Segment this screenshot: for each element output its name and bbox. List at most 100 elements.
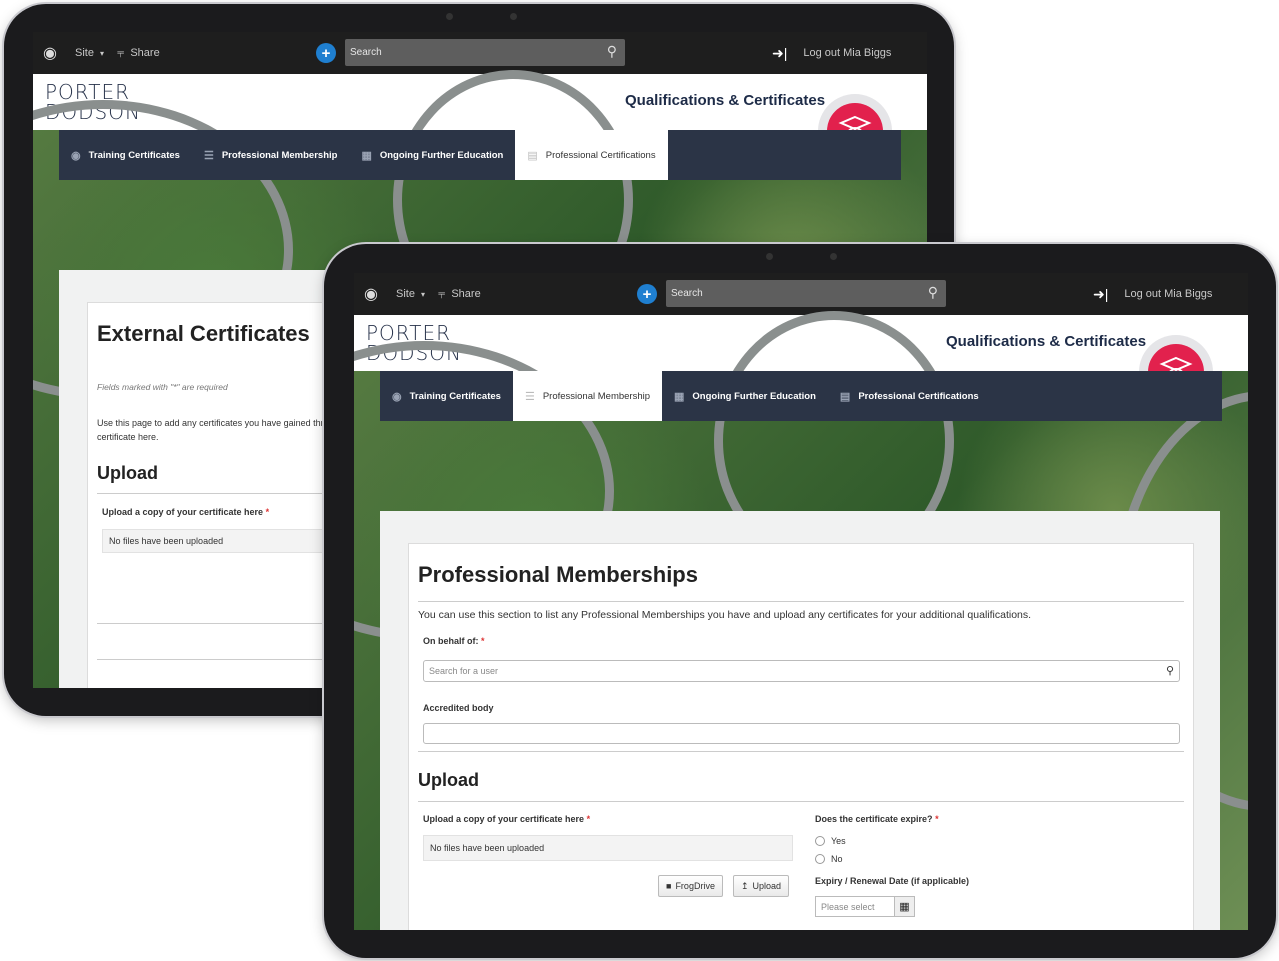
intro-text-line-2: certificate here. (97, 432, 159, 442)
required-marker: * (265, 507, 270, 517)
frog-logo-icon[interactable]: ◉ (364, 273, 378, 315)
page-title: External Certificates (97, 321, 310, 346)
chevron-down-icon: ▾ (99, 48, 104, 58)
frog-logo-icon[interactable]: ◉ (43, 32, 57, 74)
logo-line-1: PORTER (45, 80, 130, 104)
tab-label: Training Certificates (88, 149, 180, 161)
tab-training-certificates[interactable]: ◉ Training Certificates (380, 371, 513, 421)
expiry-no-radio[interactable]: No (815, 854, 843, 864)
main-tabs: ◉ Training Certificates ☰ Professional Mem… (380, 371, 1222, 421)
logout-icon: ➜| (1093, 285, 1109, 302)
logo-line-1: PORTER (366, 321, 451, 345)
search-icon[interactable]: ⚲ (1166, 664, 1174, 677)
tab-label: Ongoing Further Education (692, 390, 816, 402)
certificate-icon: ▤ (839, 390, 851, 403)
award-icon: ◉ (71, 149, 81, 162)
divider (418, 601, 1184, 602)
upload-heading: Upload (97, 463, 158, 483)
tab-label: Professional Certifications (858, 390, 979, 402)
radio-circle (815, 836, 825, 846)
tab-label: Professional Certifications (545, 149, 656, 161)
calendar-icon[interactable]: ▦ (894, 897, 914, 916)
expiry-question-text: Does the certificate expire? (815, 814, 933, 824)
frogdrive-label: FrogDrive (675, 881, 715, 891)
tab-professional-membership[interactable]: ☰ Professional Membership (192, 130, 350, 180)
tab-ongoing-further-education[interactable]: ▦ Ongoing Further Education (662, 371, 828, 421)
camera (766, 253, 773, 260)
share-label: Share (451, 288, 481, 300)
site-label: Site (396, 288, 415, 300)
app-title: Qualifications & Certificates (625, 92, 826, 109)
top-bar: ◉ Site ▾ ⫧ Share + Search ⚲ ➜| Log out M… (33, 32, 927, 74)
sensor (830, 253, 837, 260)
logout-label: Log out Mia Biggs (803, 47, 892, 59)
upload-label-text: Upload a copy of your certificate here (423, 814, 585, 824)
add-button[interactable]: + (637, 273, 657, 315)
search-placeholder: Search (671, 288, 703, 299)
date-placeholder: Please select (821, 901, 875, 912)
chevron-down-icon: ▾ (420, 289, 425, 299)
site-label: Site (75, 47, 94, 59)
share-button[interactable]: ⫧ Share (117, 32, 160, 74)
user-search-input[interactable]: Search for a user ⚲ (423, 660, 1180, 682)
search-icon[interactable]: ⚲ (607, 43, 617, 60)
divider (418, 801, 1184, 802)
required-marker: * (935, 814, 939, 824)
tab-label: Professional Membership (542, 390, 651, 402)
page-title: Professional Memberships (418, 562, 698, 587)
front-screen: ◉ Site ▾ ⫧ Share + Search ⚲ ➜| Log out M… (354, 273, 1248, 930)
site-menu[interactable]: Site ▾ (75, 32, 104, 74)
share-button[interactable]: ⫧ Share (438, 273, 481, 315)
upload-label: Upload a copy of your certificate here * (423, 814, 590, 824)
top-bar: ◉ Site ▾ ⫧ Share + Search ⚲ ➜| Log out M… (354, 273, 1248, 315)
education-icon: ▦ (361, 149, 372, 162)
required-marker: * (481, 636, 485, 646)
accredited-body-input[interactable] (423, 723, 1180, 744)
intro-text: You can use this section to list any Pro… (418, 609, 1032, 621)
folder-icon: ■ (666, 881, 672, 891)
tab-professional-membership[interactable]: ☰ Professional Membership (512, 371, 663, 421)
logout-label: Log out Mia Biggs (1124, 288, 1213, 300)
logout-button[interactable]: ➜| Log out Mia Biggs (1093, 273, 1212, 315)
form-card: Professional Memberships You can use thi… (408, 543, 1194, 930)
intro-text: Use this page to add any certificates yo… (97, 418, 329, 428)
accredited-body-label: Accredited body (423, 703, 494, 713)
frogdrive-button[interactable]: ■ FrogDrive (658, 875, 723, 897)
yes-label: Yes (831, 836, 846, 846)
sensor (510, 13, 517, 20)
tab-ongoing-further-education[interactable]: ▦ Ongoing Further Education (349, 130, 515, 180)
logout-button[interactable]: ➜| Log out Mia Biggs (772, 32, 891, 74)
radio-circle (815, 854, 825, 864)
add-button[interactable]: + (316, 32, 336, 74)
renewal-date-label: Expiry / Renewal Date (if applicable) (815, 876, 970, 886)
award-icon: ◉ (392, 390, 402, 403)
plus-icon: + (637, 284, 657, 304)
tab-label: Professional Membership (221, 149, 338, 161)
site-menu[interactable]: Site ▾ (396, 273, 425, 315)
expiry-yes-radio[interactable]: Yes (815, 836, 846, 846)
upload-button[interactable]: ↥ Upload (733, 875, 790, 897)
uploaded-files-box: No files have been uploaded (423, 835, 793, 861)
no-label: No (831, 854, 843, 864)
content-panel: Professional Memberships You can use thi… (380, 511, 1220, 930)
share-icon: ⫧ (438, 286, 446, 301)
expiry-question: Does the certificate expire? * (815, 814, 939, 824)
upload-label-text: Upload a copy of your certificate here (102, 507, 264, 517)
tab-professional-certifications[interactable]: ▤ Professional Certifications (515, 130, 668, 180)
certificate-icon: ▤ (527, 149, 538, 162)
on-behalf-label: On behalf of: * (423, 636, 485, 646)
search-input[interactable]: Search ⚲ (345, 39, 625, 66)
search-input[interactable]: Search ⚲ (666, 280, 946, 307)
handshake-icon: ☰ (203, 149, 214, 162)
search-placeholder: Search (350, 47, 382, 58)
handshake-icon: ☰ (524, 390, 535, 403)
tab-professional-certifications[interactable]: ▤ Professional Certifications (828, 371, 991, 421)
tab-label: Training Certificates (409, 390, 501, 402)
tab-training-certificates[interactable]: ◉ Training Certificates (59, 130, 192, 180)
tab-label: Ongoing Further Education (379, 149, 504, 161)
search-icon[interactable]: ⚲ (928, 284, 938, 301)
upload-button-label: Upload (752, 881, 782, 891)
upload-heading: Upload (418, 770, 479, 790)
on-behalf-label-text: On behalf of: (423, 636, 479, 646)
renewal-date-input[interactable]: Please select ▦ (815, 896, 915, 917)
